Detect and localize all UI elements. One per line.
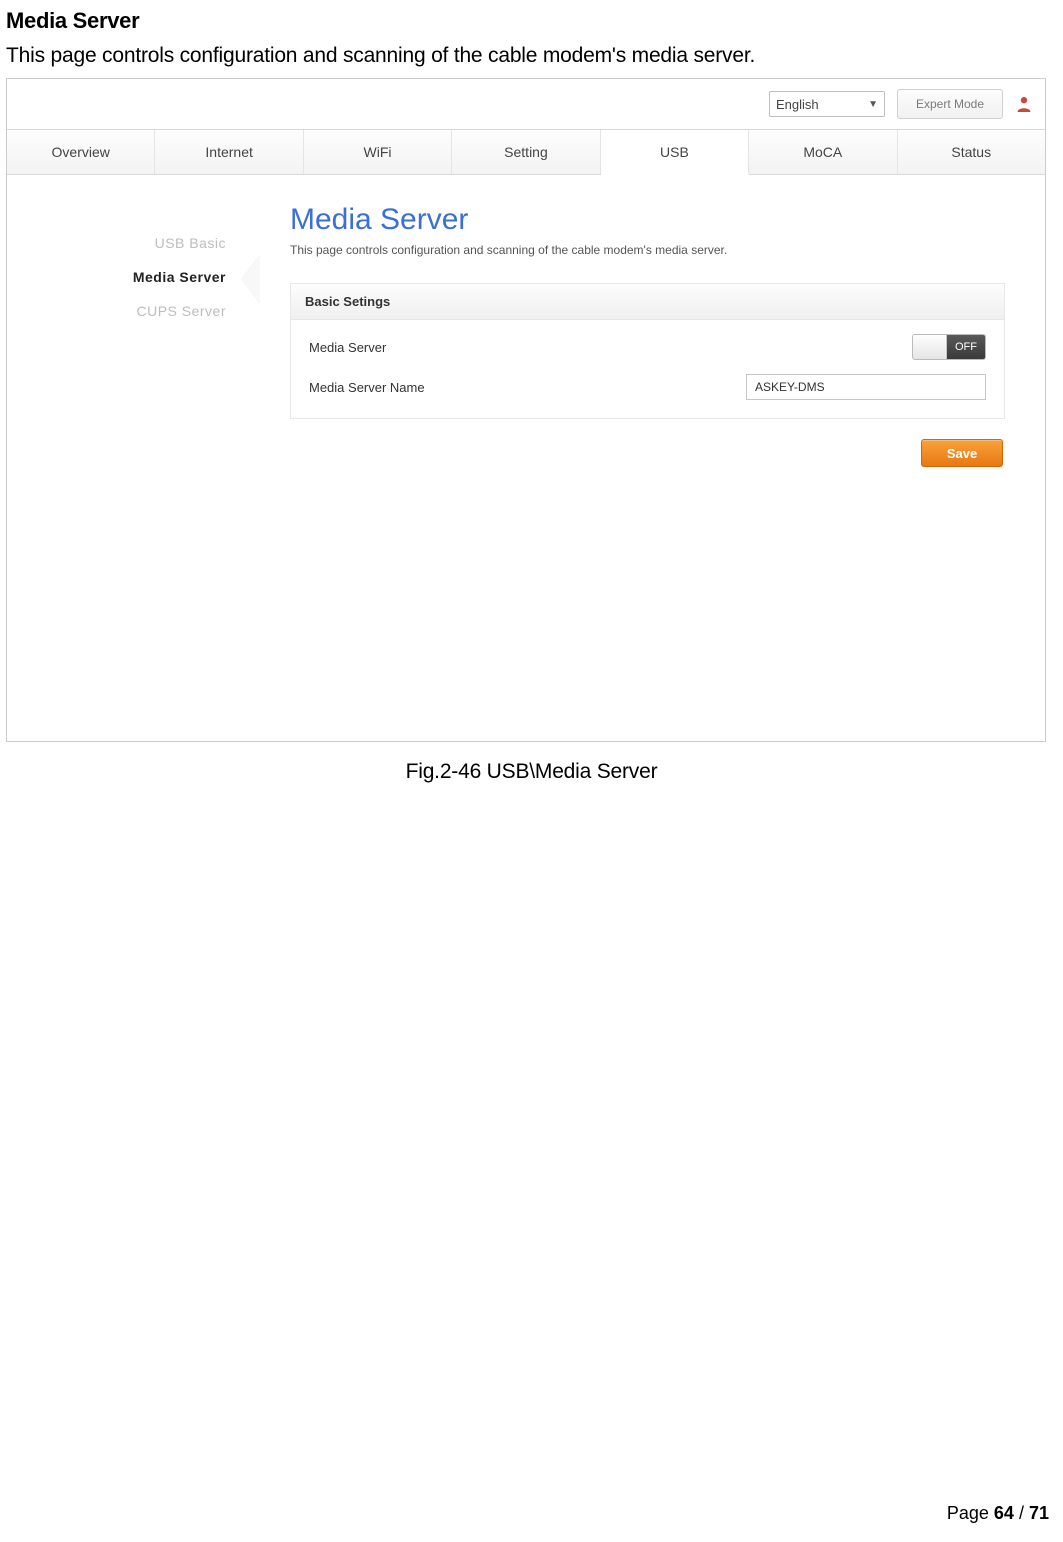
tab-usb[interactable]: USB bbox=[601, 130, 749, 174]
tab-label: MoCA bbox=[803, 144, 842, 160]
doc-section-desc: This page controls configuration and sca… bbox=[6, 44, 1057, 68]
tab-internet[interactable]: Internet bbox=[155, 130, 303, 174]
page-footer: Page 64 / 71 bbox=[947, 1503, 1049, 1524]
tab-label: Status bbox=[951, 144, 991, 160]
user-icon[interactable] bbox=[1015, 95, 1033, 113]
tab-status[interactable]: Status bbox=[898, 130, 1045, 174]
figure-caption: Fig.2-46 USB\Media Server bbox=[6, 760, 1057, 784]
router-body: USB Basic Media Server CUPS Server Media… bbox=[7, 175, 1045, 741]
panel-body: Media Server OFF Media Server Name bbox=[291, 320, 1004, 418]
media-server-name-label: Media Server Name bbox=[309, 380, 746, 395]
expert-mode-label: Expert Mode bbox=[916, 97, 984, 111]
main-nav: Overview Internet WiFi Setting USB MoCA … bbox=[7, 129, 1045, 175]
page-sep: / bbox=[1014, 1503, 1029, 1523]
sidenav-item-cups-server[interactable]: CUPS Server bbox=[7, 303, 226, 319]
media-server-toggle[interactable]: OFF bbox=[912, 334, 986, 360]
doc-section-title: Media Server bbox=[6, 8, 1057, 34]
chevron-down-icon: ▼ bbox=[868, 99, 878, 110]
tab-overview[interactable]: Overview bbox=[7, 130, 155, 174]
tab-setting[interactable]: Setting bbox=[452, 130, 600, 174]
tab-label: USB bbox=[660, 144, 689, 160]
expert-mode-button[interactable]: Expert Mode bbox=[897, 89, 1003, 119]
page-subtitle: This page controls configuration and sca… bbox=[290, 243, 1005, 257]
content-area: Media Server This page controls configur… bbox=[262, 175, 1045, 741]
side-nav: USB Basic Media Server CUPS Server bbox=[7, 175, 262, 741]
page-prefix: Page bbox=[947, 1503, 994, 1523]
row-media-server-name: Media Server Name bbox=[309, 374, 986, 400]
tab-label: Overview bbox=[52, 144, 110, 160]
page-title: Media Server bbox=[290, 203, 1005, 237]
toggle-knob bbox=[913, 335, 947, 359]
row-media-server-toggle: Media Server OFF bbox=[309, 334, 986, 360]
basic-settings-panel: Basic Setings Media Server OFF Media Ser… bbox=[290, 283, 1005, 419]
panel-header: Basic Setings bbox=[291, 284, 1004, 320]
tab-label: Setting bbox=[504, 144, 548, 160]
sidenav-item-media-server[interactable]: Media Server bbox=[7, 269, 226, 285]
media-server-name-input[interactable] bbox=[746, 374, 986, 400]
tab-wifi[interactable]: WiFi bbox=[304, 130, 452, 174]
tab-label: WiFi bbox=[364, 144, 392, 160]
save-row: Save bbox=[290, 419, 1005, 467]
save-button-label: Save bbox=[947, 446, 977, 461]
language-select[interactable]: English ▼ bbox=[769, 91, 885, 117]
sidenav-item-usb-basic[interactable]: USB Basic bbox=[7, 235, 226, 251]
page-total: 71 bbox=[1029, 1503, 1049, 1523]
tab-label: Internet bbox=[205, 144, 252, 160]
top-bar: English ▼ Expert Mode bbox=[7, 79, 1045, 129]
tab-moca[interactable]: MoCA bbox=[749, 130, 897, 174]
page-current: 64 bbox=[994, 1503, 1014, 1523]
save-button[interactable]: Save bbox=[921, 439, 1003, 467]
media-server-label: Media Server bbox=[309, 340, 912, 355]
page-header: Media Server This page controls configur… bbox=[290, 203, 1005, 257]
language-select-value: English bbox=[776, 97, 819, 112]
router-screenshot: English ▼ Expert Mode Overview Internet … bbox=[6, 78, 1046, 742]
toggle-state: OFF bbox=[947, 335, 985, 359]
